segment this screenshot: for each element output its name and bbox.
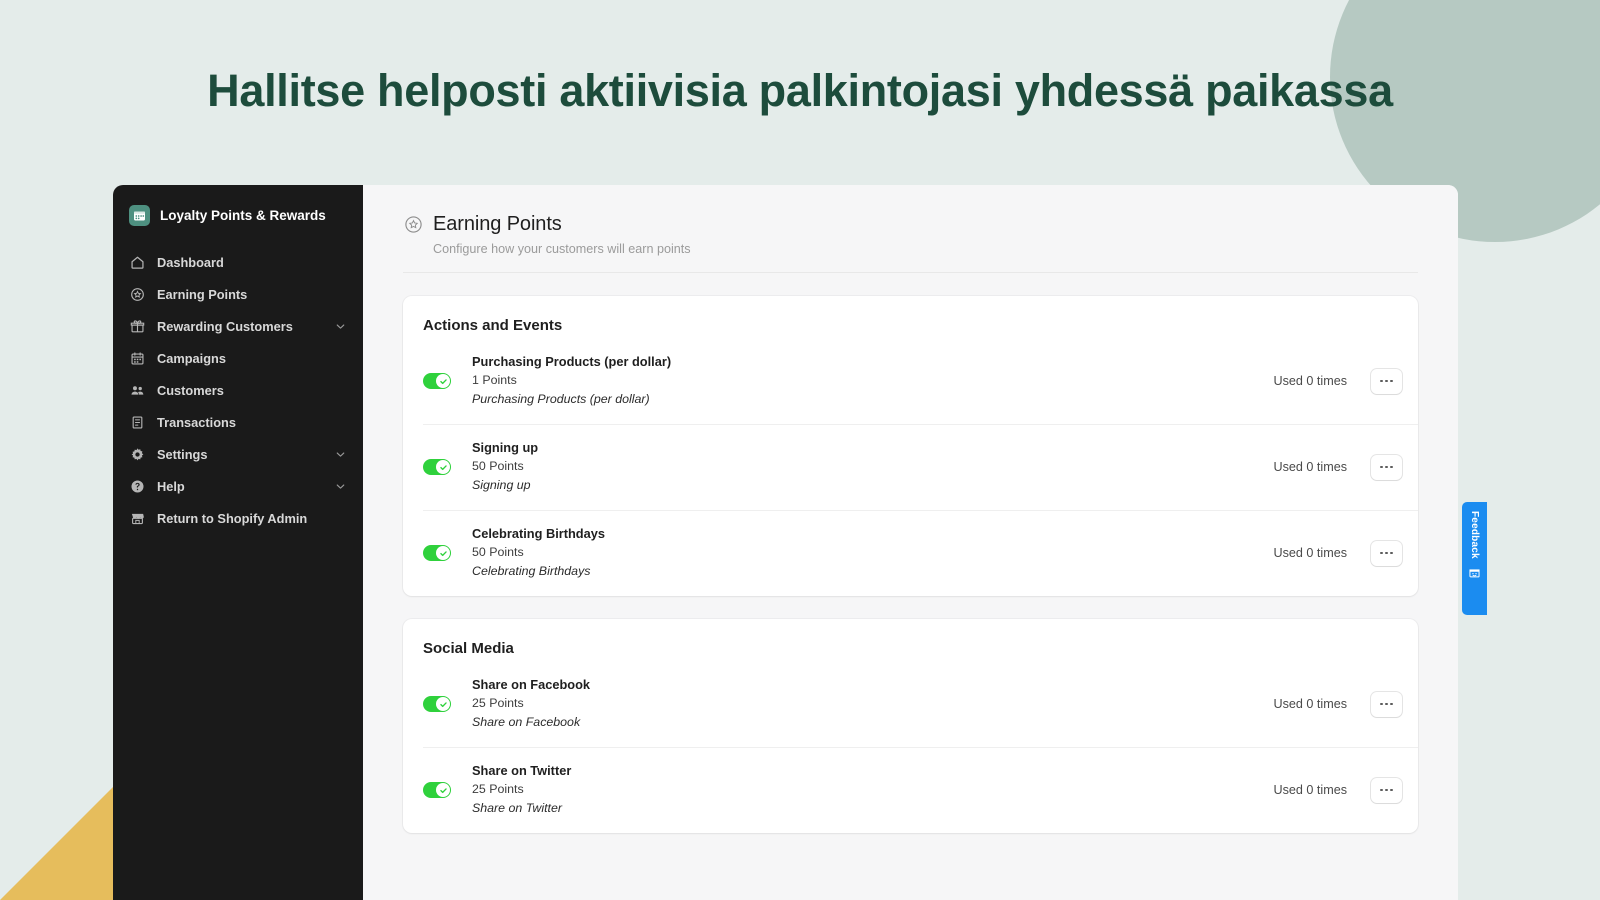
check-icon: [436, 546, 450, 560]
sidebar-item-rewarding-customers[interactable]: Rewarding Customers: [121, 310, 355, 342]
row-actions-menu-button[interactable]: [1371, 691, 1402, 717]
app-window: Loyalty Points & Rewards Dashboard Earni…: [113, 185, 1458, 900]
enable-toggle[interactable]: [423, 459, 451, 475]
earning-rule-row: Celebrating Birthdays 50 Points Celebrat…: [403, 510, 1418, 596]
earning-rule-usage: Used 0 times: [1273, 783, 1348, 797]
sidebar-item-settings[interactable]: Settings: [121, 438, 355, 470]
earning-rule-name: Signing up: [472, 440, 539, 456]
hero-title: Hallitse helposti aktiivisia palkintojas…: [207, 65, 1393, 116]
smiley-icon: [1468, 566, 1481, 579]
earning-rule-name: Share on Twitter: [472, 763, 572, 779]
page-title: Earning Points: [433, 213, 562, 235]
earning-rule-points: 50 Points: [472, 458, 524, 473]
enable-toggle[interactable]: [423, 373, 451, 389]
earning-rule-points: 50 Points: [472, 544, 524, 559]
check-icon: [436, 374, 450, 388]
earning-rule-usage: Used 0 times: [1273, 374, 1348, 388]
app-grid-icon: [129, 205, 150, 226]
earning-rule-usage: Used 0 times: [1273, 697, 1348, 711]
earning-rule-points: 1 Points: [472, 372, 517, 387]
sidebar-item-label: Rewarding Customers: [157, 318, 293, 334]
calendar-icon: [129, 350, 146, 367]
chevron-down-icon[interactable]: [334, 320, 347, 333]
enable-toggle[interactable]: [423, 696, 451, 712]
sidebar-item-label: Return to Shopify Admin: [157, 510, 308, 526]
check-icon: [436, 697, 450, 711]
page-subtitle: Configure how your customers will earn p…: [433, 242, 691, 256]
feedback-label: Feedback: [1469, 511, 1480, 559]
earning-rule-points: 25 Points: [472, 781, 524, 796]
gift-icon: [129, 318, 146, 335]
earning-rule-body: Signing up 50 Points Signing up: [472, 439, 1274, 494]
earning-rule-body: Purchasing Products (per dollar) 1 Point…: [472, 353, 1274, 408]
earning-rule-body: Share on Facebook 25 Points Share on Fac…: [472, 676, 1274, 731]
sidebar-item-return-to-shopify-admin[interactable]: Return to Shopify Admin: [121, 502, 355, 534]
sidebar-item-customers[interactable]: Customers: [121, 374, 355, 406]
earning-rule-description: Share on Twitter: [472, 800, 562, 815]
earning-rule-description: Signing up: [472, 477, 531, 492]
sidebar: Loyalty Points & Rewards Dashboard Earni…: [113, 185, 363, 900]
row-actions-menu-button[interactable]: [1371, 777, 1402, 803]
row-actions-menu-button[interactable]: [1371, 368, 1402, 394]
chevron-down-icon[interactable]: [334, 448, 347, 461]
row-actions-menu-button[interactable]: [1371, 540, 1402, 566]
check-icon: [436, 783, 450, 797]
brand: Loyalty Points & Rewards: [113, 197, 363, 246]
enable-toggle[interactable]: [423, 782, 451, 798]
earning-rule-usage: Used 0 times: [1273, 460, 1348, 474]
hero-banner: Hallitse helposti aktiivisia palkintojas…: [0, 0, 1600, 182]
earning-rule-description: Share on Facebook: [472, 714, 581, 729]
earning-rule-body: Celebrating Birthdays 50 Points Celebrat…: [472, 525, 1274, 580]
star-circle-icon: [129, 286, 146, 303]
earning-rule-name: Purchasing Products (per dollar): [472, 354, 672, 370]
card-social-media: Social Media Share on Facebook 25 Points…: [403, 619, 1418, 833]
page-header: Earning Points Configure how your custom…: [403, 213, 1418, 273]
sidebar-item-transactions[interactable]: Transactions: [121, 406, 355, 438]
earning-rule-name: Celebrating Birthdays: [472, 526, 605, 542]
card-title: Actions and Events: [423, 317, 563, 334]
sidebar-item-label: Dashboard: [157, 254, 224, 270]
sidebar-item-label: Customers: [157, 382, 224, 398]
earning-rule-usage: Used 0 times: [1273, 546, 1348, 560]
card-actions-and-events: Actions and Events Purchasing Products (…: [403, 296, 1418, 596]
earning-rule-row: Purchasing Products (per dollar) 1 Point…: [403, 338, 1418, 424]
store-icon: [129, 510, 146, 527]
earning-rule-row: Share on Twitter 25 Points Share on Twit…: [403, 747, 1418, 833]
sidebar-item-label: Transactions: [157, 414, 236, 430]
question-circle-icon: [129, 478, 146, 495]
sidebar-item-label: Help: [157, 478, 185, 494]
chevron-down-icon[interactable]: [334, 480, 347, 493]
gear-icon: [129, 446, 146, 463]
receipt-icon: [129, 414, 146, 431]
card-title: Social Media: [423, 640, 514, 657]
sidebar-item-label: Settings: [157, 446, 208, 462]
earning-rule-name: Share on Facebook: [472, 677, 591, 693]
sidebar-nav: Dashboard Earning Points Rewarding Custo…: [113, 246, 363, 534]
sidebar-item-label: Earning Points: [157, 286, 248, 302]
earning-rule-row: Signing up 50 Points Signing up Used 0 t…: [403, 424, 1418, 510]
people-icon: [129, 382, 146, 399]
earning-rule-points: 25 Points: [472, 695, 524, 710]
earning-rule-description: Celebrating Birthdays: [472, 563, 591, 578]
feedback-tab[interactable]: Feedback: [1462, 502, 1487, 615]
enable-toggle[interactable]: [423, 545, 451, 561]
earning-rule-row: Share on Facebook 25 Points Share on Fac…: [403, 661, 1418, 747]
sidebar-item-help[interactable]: Help: [121, 470, 355, 502]
sidebar-item-earning-points[interactable]: Earning Points: [121, 278, 355, 310]
sidebar-item-label: Campaigns: [157, 350, 226, 366]
earning-rule-body: Share on Twitter 25 Points Share on Twit…: [472, 762, 1274, 817]
star-circle-icon: [403, 215, 423, 235]
page-title-row: Earning Points: [403, 213, 1418, 236]
check-icon: [436, 460, 450, 474]
row-actions-menu-button[interactable]: [1371, 454, 1402, 480]
sidebar-item-dashboard[interactable]: Dashboard: [121, 246, 355, 278]
main-content: Earning Points Configure how your custom…: [363, 185, 1458, 900]
brand-name: Loyalty Points & Rewards: [160, 208, 326, 223]
sidebar-item-campaigns[interactable]: Campaigns: [121, 342, 355, 374]
home-icon: [129, 254, 146, 271]
earning-rule-description: Purchasing Products (per dollar): [472, 391, 650, 406]
